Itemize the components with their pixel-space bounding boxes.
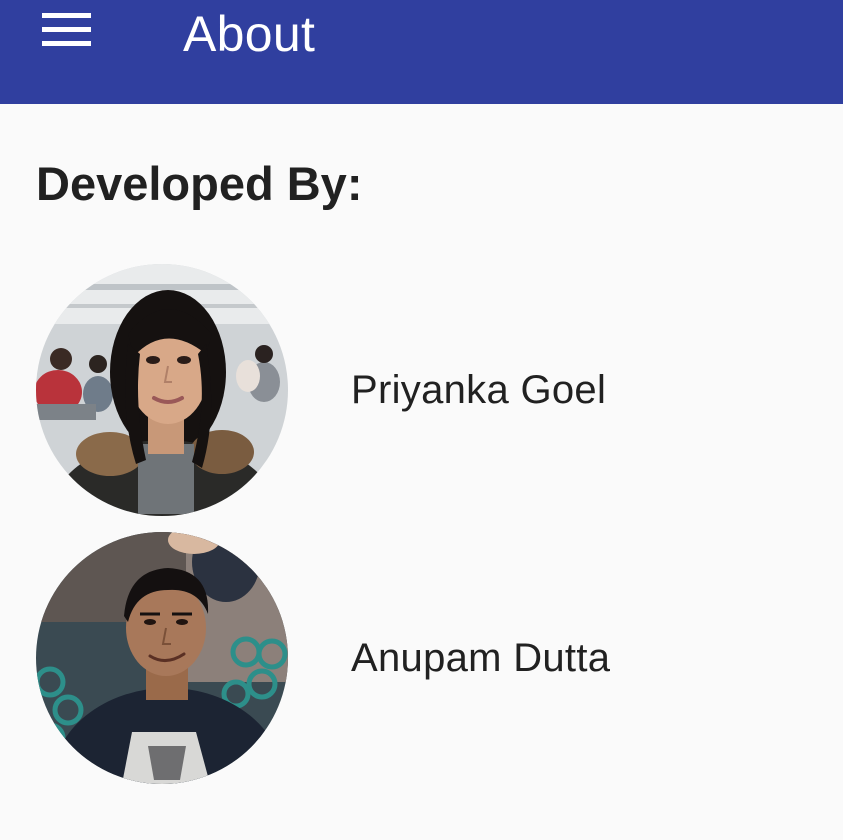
developer-name: Anupam Dutta: [351, 636, 611, 680]
app-bar: About: [0, 0, 843, 104]
page-title: About: [183, 6, 316, 62]
developer-row-priyanka: Priyanka Goel: [0, 262, 843, 518]
developed-by-heading: Developed By:: [36, 157, 363, 210]
developer-avatar-anupam: [36, 532, 288, 784]
hamburger-menu-icon: [42, 13, 91, 46]
developer-row-anupam: Anupam Dutta: [0, 530, 843, 786]
developer-avatar-priyanka: [36, 264, 288, 516]
developer-name: Priyanka Goel: [351, 368, 607, 412]
navigation-menu-button[interactable]: [30, 0, 104, 60]
